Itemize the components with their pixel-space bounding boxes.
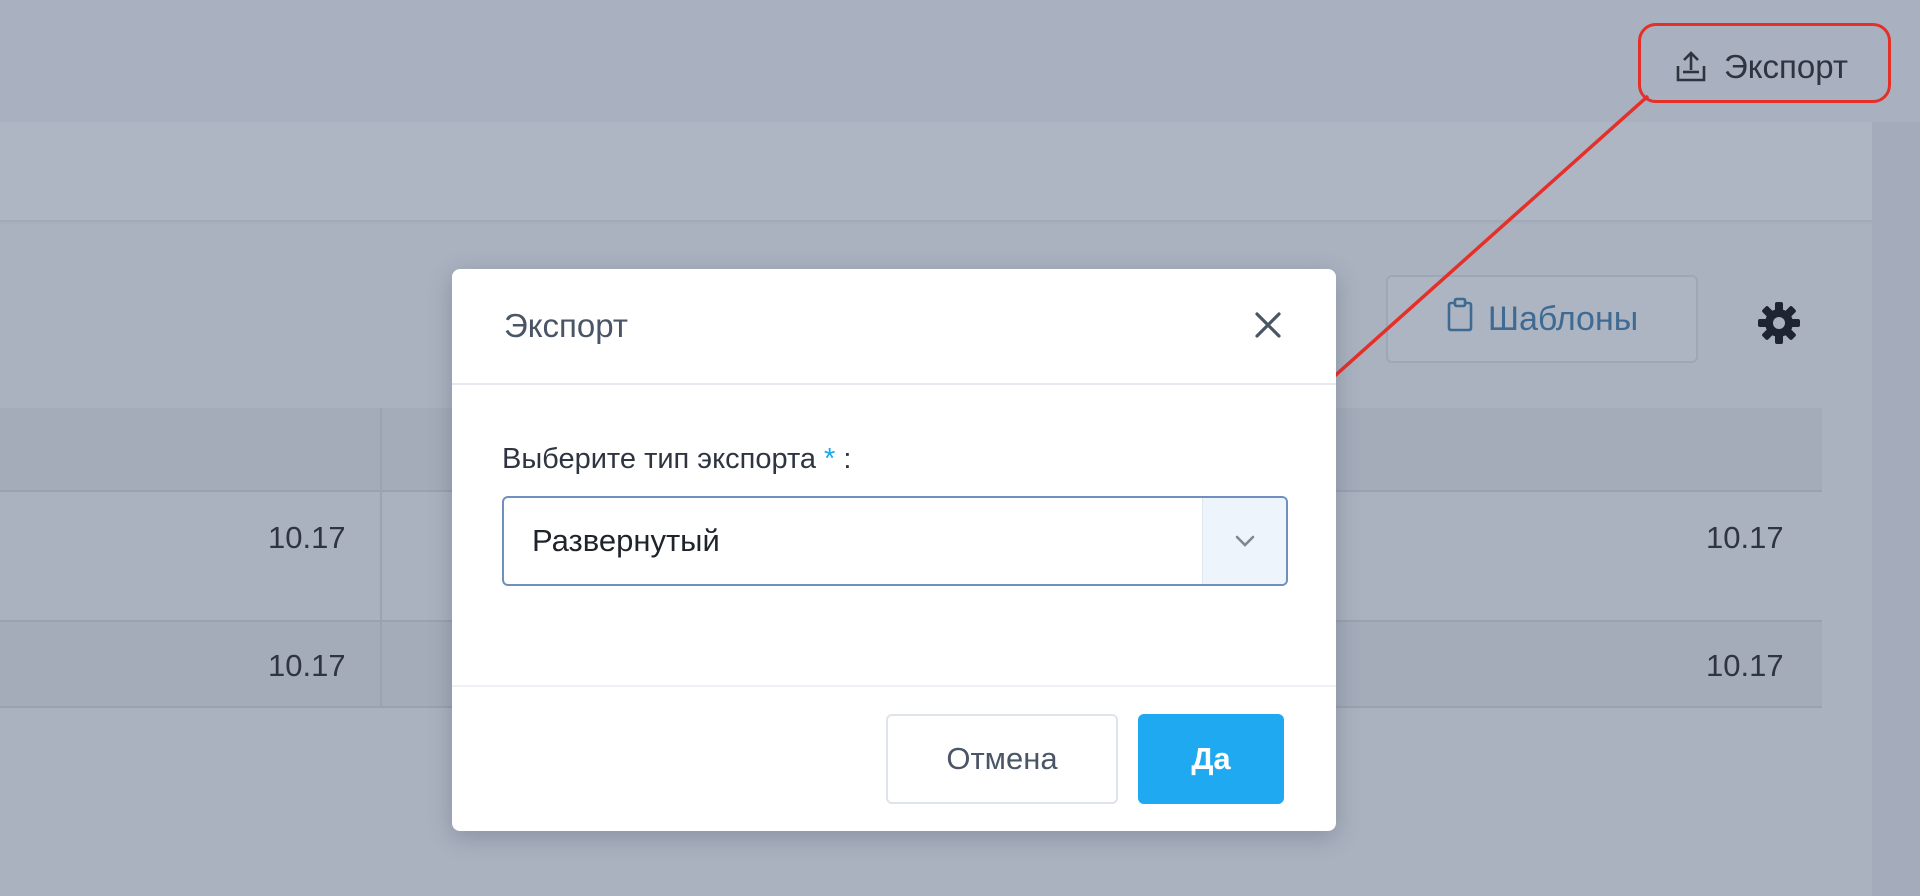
cell-value: 10.17 (1706, 648, 1784, 683)
column-divider (380, 408, 382, 492)
top-bar (0, 0, 1920, 122)
column-divider (380, 622, 382, 706)
confirm-button[interactable]: Да (1138, 714, 1284, 804)
cancel-button[interactable]: Отмена (886, 714, 1118, 804)
cell-value: 10.17 (1706, 520, 1784, 555)
templates-button[interactable]: Шаблоны (1386, 275, 1698, 363)
cell-value: 10.17 (268, 520, 346, 555)
gear-icon[interactable] (1756, 300, 1802, 346)
highlight-annotation (1638, 23, 1891, 103)
close-button[interactable] (1248, 305, 1288, 345)
column-divider (380, 492, 382, 620)
chevron-down-icon (1235, 535, 1254, 547)
dialog-body: Выберите тип экспорта * : Развернутый (452, 385, 1336, 685)
dialog-header: Экспорт (452, 269, 1336, 385)
cell-value: 10.17 (268, 648, 346, 683)
close-icon (1255, 312, 1281, 338)
export-type-label: Выберите тип экспорта * : (502, 443, 1286, 476)
label-suffix: : (843, 443, 852, 475)
filter-area (0, 122, 1872, 222)
clipboard-icon (1446, 297, 1474, 342)
templates-button-label: Шаблоны (1487, 299, 1639, 338)
export-type-label-text: Выберите тип экспорта (502, 443, 817, 475)
export-type-value: Развернутый (532, 523, 720, 558)
export-dialog: Экспорт Выберите тип экспорта * : Развер… (452, 269, 1336, 831)
dialog-title: Экспорт (504, 307, 628, 344)
select-toggle[interactable] (1202, 498, 1286, 584)
export-type-select[interactable]: Развернутый (502, 496, 1288, 586)
scroll-gutter (1872, 122, 1920, 896)
dialog-footer: Отмена Да (452, 685, 1336, 831)
required-mark: * (824, 443, 836, 475)
